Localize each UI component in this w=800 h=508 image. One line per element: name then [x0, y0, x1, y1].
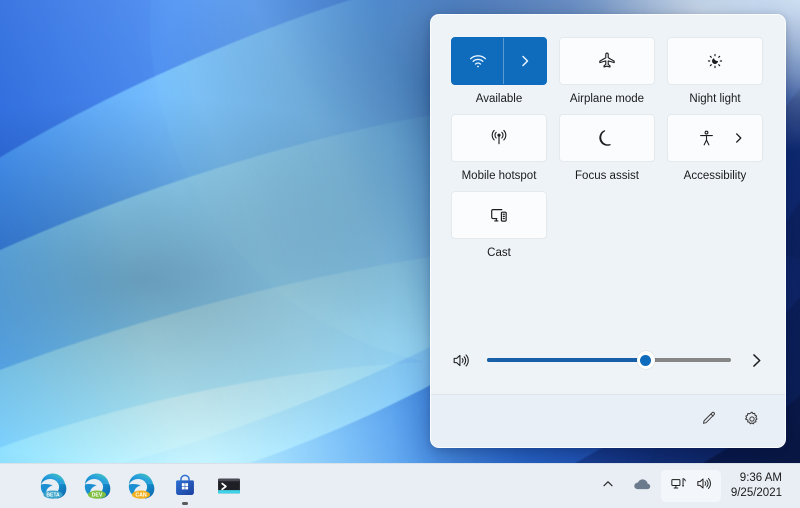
quick-tile-cast: Cast [451, 191, 547, 260]
edge-canary-icon: CAN [128, 473, 155, 499]
edge-beta-icon: BETA [40, 473, 67, 499]
all-settings-button[interactable] [735, 405, 769, 437]
microsoft-store-icon [176, 474, 194, 496]
accessibility-tile-label: Accessibility [683, 170, 747, 182]
edit-quick-settings-button[interactable] [691, 405, 725, 437]
airplane-mode-tile-button[interactable] [559, 37, 655, 85]
volume-slider-thumb[interactable] [636, 351, 655, 369]
night-light-icon [705, 51, 725, 71]
quick-tile-accessibility: Accessibility [667, 114, 763, 183]
pencil-icon [700, 410, 717, 432]
wifi-tile-label: Available [475, 93, 523, 105]
night-light-tile-label: Night light [689, 93, 741, 105]
taskbar-app-edge-dev[interactable]: DEV [80, 469, 114, 503]
desktop-screen: Available Airplane mode Night light Mobi… [0, 0, 800, 508]
wifi-icon [468, 51, 488, 71]
volume-slider-row [431, 340, 785, 380]
mobile-hotspot-tile-button[interactable] [451, 114, 547, 162]
mobile-hotspot-tile-label: Mobile hotspot [461, 170, 537, 182]
taskbar-app-list: BETA DEV CAN [0, 469, 246, 505]
volume-output-expand-icon[interactable] [745, 353, 767, 368]
volume-tray-icon[interactable] [695, 475, 712, 497]
onedrive-tray-button[interactable] [625, 469, 659, 503]
quick-settings-tile-grid: Available Airplane mode Night light Mobi… [431, 15, 785, 260]
cast-icon [489, 205, 510, 226]
taskbar-app-terminal[interactable] [212, 469, 246, 503]
quick-settings-panel: Available Airplane mode Night light Mobi… [430, 14, 786, 448]
taskbar: BETA DEV CAN 9:36 AM 9/25/2021 [0, 463, 800, 508]
taskbar-clock[interactable]: 9:36 AM 9/25/2021 [723, 471, 792, 501]
tray-overflow-button[interactable] [593, 469, 623, 503]
edge-dev-icon: DEV [84, 473, 111, 499]
quick-settings-footer [431, 394, 785, 447]
hotspot-icon [489, 128, 509, 148]
wifi-tile-button[interactable] [451, 37, 547, 85]
system-tray: 9:36 AM 9/25/2021 [593, 469, 800, 503]
airplane-icon [597, 51, 617, 71]
volume-slider[interactable] [487, 351, 731, 369]
night-light-tile-button[interactable] [667, 37, 763, 85]
quick-tile-focusassist: Focus assist [559, 114, 655, 183]
clock-time: 9:36 AM [739, 472, 782, 484]
onedrive-cloud-icon [633, 477, 651, 496]
svg-text:CAN: CAN [135, 492, 147, 498]
taskbar-app-edge-beta[interactable]: BETA [36, 469, 70, 503]
cast-tile-button[interactable] [451, 191, 547, 239]
taskbar-app-store[interactable] [168, 469, 202, 505]
tray-network-volume-group[interactable] [660, 470, 721, 502]
network-icon[interactable] [670, 475, 687, 497]
volume-slider-fill [487, 358, 646, 362]
windows-terminal-icon [218, 478, 240, 494]
accessibility-icon [697, 129, 716, 148]
taskbar-app-edge-canary[interactable]: CAN [124, 469, 158, 503]
focus-assist-tile-label: Focus assist [575, 170, 639, 182]
quick-tile-nightlight: Night light [667, 37, 763, 106]
chevron-up-icon [601, 477, 615, 496]
panel-spacer [431, 260, 785, 340]
cast-tile-label: Cast [487, 247, 511, 259]
quick-tile-wifi: Available [451, 37, 547, 106]
quick-tile-airplane: Airplane mode [559, 37, 655, 106]
moon-icon [597, 128, 617, 148]
quick-tile-hotspot: Mobile hotspot [451, 114, 547, 183]
chevron-right-icon [519, 54, 531, 68]
running-indicator [182, 502, 188, 505]
airplane-mode-tile-label: Airplane mode [569, 93, 645, 105]
svg-text:DEV: DEV [92, 492, 103, 498]
wifi-expand-half[interactable] [503, 38, 546, 84]
focus-assist-tile-button[interactable] [559, 114, 655, 162]
accessibility-chevron-right-icon[interactable] [733, 132, 744, 145]
clock-date: 9/25/2021 [730, 487, 782, 499]
accessibility-tile-button[interactable] [667, 114, 763, 162]
svg-text:BETA: BETA [46, 492, 60, 498]
volume-icon[interactable] [451, 351, 473, 370]
gear-icon [743, 410, 761, 433]
wifi-toggle-half[interactable] [452, 38, 503, 84]
